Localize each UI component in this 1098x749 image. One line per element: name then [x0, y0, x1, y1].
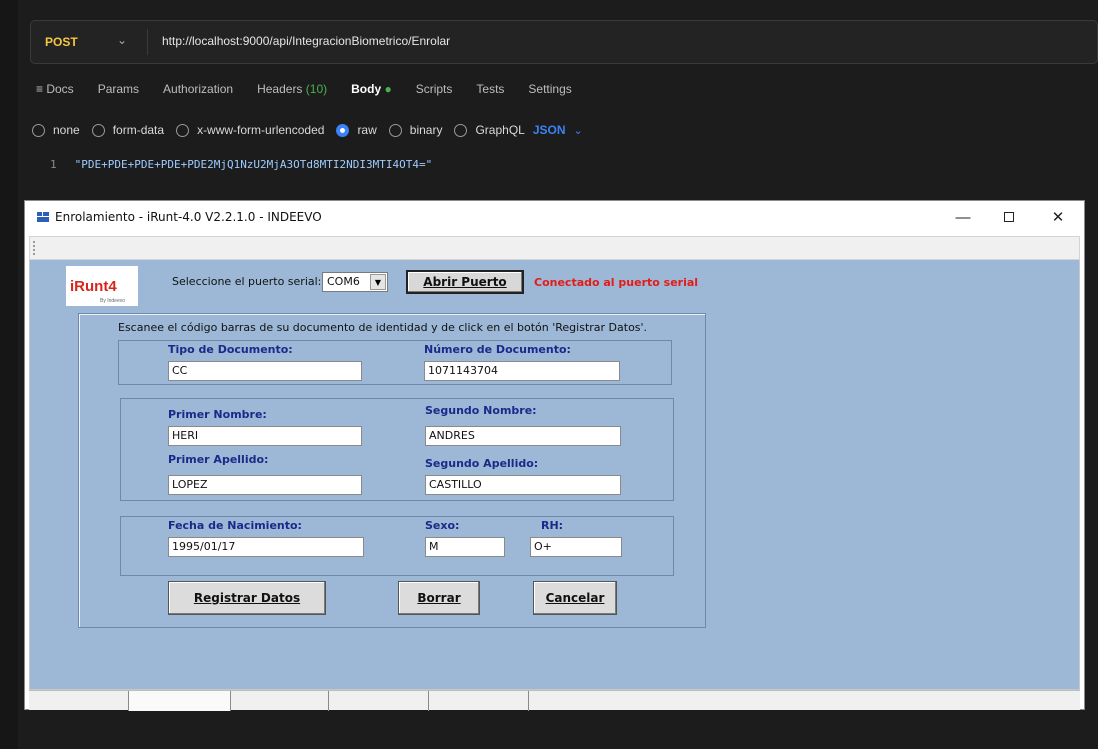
line-number: 1: [50, 158, 57, 171]
dropdown-arrow-icon[interactable]: ▼: [370, 274, 386, 290]
option-graphql[interactable]: GraphQL: [454, 123, 525, 137]
status-bar: [29, 690, 1080, 711]
tipo-documento-field[interactable]: CC: [168, 361, 362, 381]
tab-scripts[interactable]: Scripts: [416, 82, 453, 102]
toolstrip: [29, 236, 1080, 260]
chevron-down-icon[interactable]: ⌄: [117, 33, 127, 47]
option-binary-label: binary: [409, 123, 443, 137]
url-input[interactable]: http://localhost:9000/api/IntegracionBio…: [162, 34, 450, 48]
grip-handle-icon[interactable]: [33, 241, 35, 255]
segundo-nombre-label: Segundo Nombre:: [425, 404, 537, 417]
tab-authorization[interactable]: Authorization: [163, 82, 233, 102]
primer-apellido-field[interactable]: LOPEZ: [168, 475, 362, 495]
port-select-value: COM6: [327, 275, 360, 288]
window-title: Enrolamiento - iRunt-4.0 V2.2.1.0 - INDE…: [55, 210, 322, 224]
option-binary[interactable]: binary: [388, 123, 443, 137]
radio-icon: [388, 123, 402, 137]
clear-button[interactable]: Borrar: [398, 581, 480, 615]
option-raw-label: raw: [357, 123, 377, 137]
tab-settings[interactable]: Settings: [528, 82, 571, 102]
segundo-apellido-field[interactable]: CASTILLO: [425, 475, 621, 495]
option-graphql-label: GraphQL: [475, 123, 525, 137]
status-panel: [129, 691, 231, 711]
method-selector[interactable]: POST: [45, 35, 78, 49]
option-urlencoded[interactable]: x-www-form-urlencoded: [176, 123, 324, 137]
irunt-logo: iRunt4 By Indeevo: [66, 266, 138, 306]
radio-icon: [91, 123, 105, 137]
segundo-apellido-label: Segundo Apellido:: [425, 457, 539, 470]
sexo-label: Sexo:: [425, 519, 460, 532]
minimize-icon[interactable]: —: [940, 201, 986, 233]
chevron-down-icon[interactable]: ⌄: [574, 124, 583, 137]
radio-icon: [454, 123, 468, 137]
code-editor[interactable]: 1 "PDE+PDE+PDE+PDE+PDE2MjQ1NzU2MjA3OTd8MT…: [50, 158, 432, 171]
option-none-label: none: [53, 123, 80, 137]
tipo-documento-label: Tipo de Documento:: [168, 343, 293, 356]
numero-documento-label: Número de Documento:: [424, 343, 571, 356]
radio-selected-icon: [336, 123, 350, 137]
option-form-data[interactable]: form-data: [91, 123, 165, 137]
option-form-data-label: form-data: [112, 123, 165, 137]
tab-tests[interactable]: Tests: [476, 82, 504, 102]
request-url-bar: POST ⌄ http://localhost:9000/api/Integra…: [30, 20, 1098, 64]
headers-count-badge: (10): [305, 82, 328, 96]
cancel-button[interactable]: Cancelar: [533, 581, 617, 615]
rh-field[interactable]: O+: [530, 537, 622, 557]
sexo-field[interactable]: M: [425, 537, 505, 557]
tab-body[interactable]: Body ●: [351, 82, 392, 102]
title-bar[interactable]: Enrolamiento - iRunt-4.0 V2.2.1.0 - INDE…: [25, 201, 1084, 233]
divider: [147, 29, 148, 55]
numero-documento-field[interactable]: 1071143704: [424, 361, 620, 381]
tab-docs[interactable]: ≡ Docs: [36, 82, 74, 102]
connection-status: Conectado al puerto serial: [534, 276, 699, 289]
format-selector[interactable]: JSON: [533, 123, 566, 137]
body-indicator-dot: ●: [384, 82, 392, 96]
status-panel: [231, 691, 329, 711]
primer-nombre-field[interactable]: HERI: [168, 426, 362, 446]
enrolamiento-window: Enrolamiento - iRunt-4.0 V2.2.1.0 - INDE…: [24, 200, 1085, 711]
instruction-text: Escanee el código barras de su documento…: [118, 321, 648, 334]
code-line: "PDE+PDE+PDE+PDE+PDE2MjQ1NzU2MjA3OTd8MTI…: [74, 158, 433, 171]
status-panel: [429, 691, 529, 711]
port-select[interactable]: COM6 ▼: [322, 272, 388, 292]
status-panel: [29, 691, 129, 711]
app-icon: [37, 212, 49, 222]
tab-params[interactable]: Params: [98, 82, 139, 102]
maximize-icon[interactable]: [986, 201, 1032, 233]
body-type-options: none form-data x-www-form-urlencoded raw…: [32, 120, 583, 140]
segundo-nombre-field[interactable]: ANDRES: [425, 426, 621, 446]
left-strip: [0, 0, 18, 749]
option-raw[interactable]: raw: [336, 123, 377, 137]
radio-icon: [176, 123, 190, 137]
status-panel: [329, 691, 429, 711]
tab-headers[interactable]: Headers (10): [257, 82, 327, 102]
request-tabs: ≡ Docs Params Authorization Headers (10)…: [36, 82, 596, 102]
option-none[interactable]: none: [32, 123, 80, 137]
tab-body-label: Body: [351, 82, 382, 96]
register-data-button[interactable]: Registrar Datos: [168, 581, 326, 615]
port-label: Seleccione el puerto serial:: [172, 275, 322, 288]
form-client-area: iRunt4 By Indeevo Seleccione el puerto s…: [29, 260, 1080, 690]
logo-text: iRunt4: [70, 278, 117, 295]
primer-apellido-label: Primer Apellido:: [168, 453, 269, 466]
open-port-button[interactable]: Abrir Puerto: [406, 270, 524, 294]
tab-headers-label: Headers: [257, 82, 303, 96]
logo-subtext: By Indeevo: [100, 298, 126, 304]
close-icon[interactable]: ✕: [1035, 201, 1081, 233]
fecha-nacimiento-label: Fecha de Nacimiento:: [168, 519, 302, 532]
option-urlencoded-label: x-www-form-urlencoded: [197, 123, 325, 137]
fecha-nacimiento-field[interactable]: 1995/01/17: [168, 537, 364, 557]
primer-nombre-label: Primer Nombre:: [168, 408, 267, 421]
radio-icon: [32, 123, 45, 137]
rh-label: RH:: [541, 519, 564, 532]
